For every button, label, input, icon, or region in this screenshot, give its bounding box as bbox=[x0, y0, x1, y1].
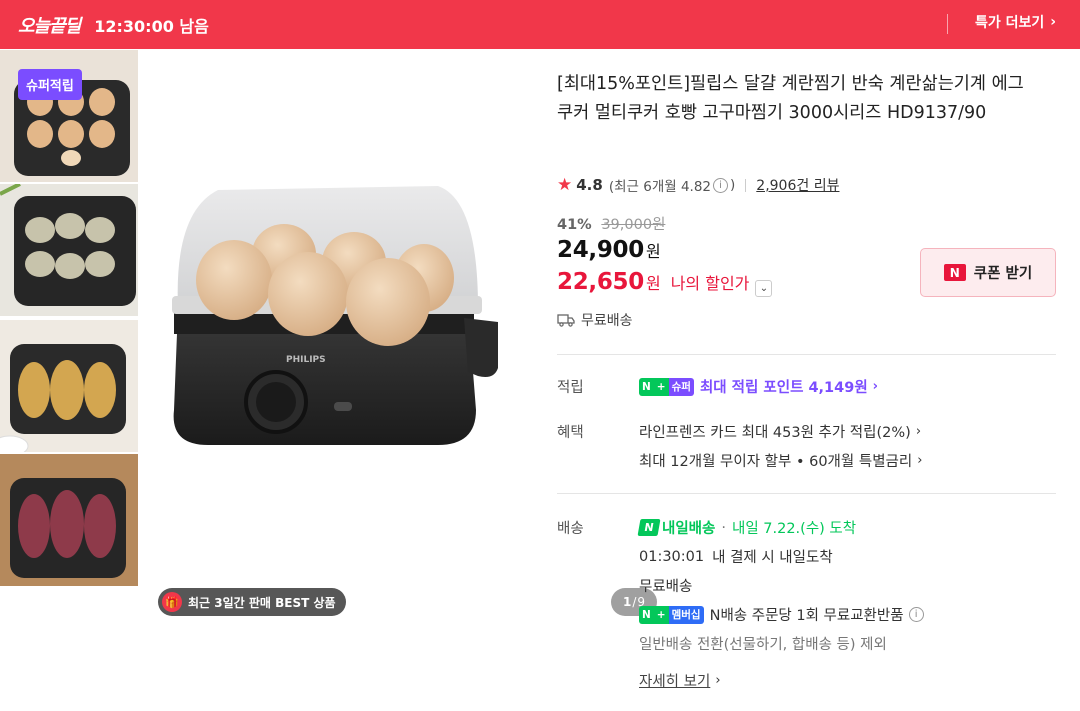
rating-recent: (최근 6개월 4.82 bbox=[608, 179, 712, 195]
my-price-unit: 원 bbox=[645, 274, 661, 293]
chevron-right-icon: › bbox=[915, 424, 922, 439]
original-price: 39,000원 bbox=[601, 217, 666, 233]
thumbnail-sweet-potatoes[interactable] bbox=[0, 454, 138, 586]
chip-membership: 멤버십 bbox=[668, 605, 704, 624]
rating-recent-close: ) bbox=[730, 177, 736, 193]
benefits-label: 혜택 bbox=[557, 425, 584, 441]
membership-chip: N + 멤버십 bbox=[639, 605, 704, 624]
more-deals-label: 특가 더보기 bbox=[974, 15, 1045, 31]
rating-divider bbox=[745, 178, 747, 192]
best-seller-tag: 🎁 최근 3일간 판매 BEST 상품 bbox=[158, 588, 346, 616]
chip-n: N bbox=[639, 605, 654, 624]
deal-banner: 오늘끝딜 12:30:00 남음 특가 더보기 › bbox=[0, 0, 1080, 49]
chip-plus: + bbox=[653, 377, 669, 396]
nextday-n-icon: N bbox=[637, 519, 661, 536]
chevron-down-icon[interactable]: ⌄ bbox=[755, 280, 773, 297]
detail-link-label: 자세히 보기 bbox=[639, 674, 711, 690]
my-price-row: 22,650 원 나의 할인가 ⌄ bbox=[557, 269, 773, 297]
rating-row: ★ 4.8 (최근 6개월 4.82 i ) 2,906건 리뷰 bbox=[557, 175, 839, 195]
discount-row: 41% 39,000원 bbox=[557, 213, 665, 234]
nextday-row: N 내일배송 · 내일 7.22.(수) 도착 bbox=[637, 517, 857, 538]
product-main-image[interactable]: PHILIPS 🎁 최근 3일간 판매 BEST 상품 1 / 9 bbox=[138, 50, 657, 616]
naver-n-icon: N bbox=[943, 264, 966, 281]
chevron-right-icon: › bbox=[1050, 14, 1056, 30]
free-shipping-label: 무료배송 bbox=[581, 313, 633, 329]
chevron-right-icon: › bbox=[917, 453, 923, 468]
star-icon: ★ bbox=[557, 175, 573, 195]
discount-percent: 41% bbox=[557, 217, 592, 233]
image-counter-current: 1 bbox=[622, 595, 632, 609]
installment-text: 최대 12개월 무이자 할부 • 60개월 특별금리 bbox=[639, 454, 913, 470]
egg-cooker-illustration: PHILIPS bbox=[172, 186, 498, 445]
points-link[interactable]: N + 슈퍼 최대 적립 포인트 4,149원 › bbox=[639, 376, 878, 397]
banner-divider bbox=[947, 14, 948, 34]
delivery-label: 배송 bbox=[557, 521, 584, 537]
naver-points-chip: N + 슈퍼 bbox=[639, 377, 694, 396]
delivery-free-label: 무료배송 bbox=[639, 579, 693, 595]
review-count-link[interactable]: 2,906건 리뷰 bbox=[756, 175, 839, 195]
card-benefit-link[interactable]: 라인프렌즈 카드 최대 453원 추가 적립(2%) › bbox=[639, 421, 921, 442]
points-label: 적립 bbox=[557, 380, 584, 396]
my-price-value: 22,650 bbox=[557, 269, 644, 295]
rating-score: 4.8 bbox=[576, 176, 603, 194]
cutoff-row: 01:30:01 내 결제 시 내일도착 bbox=[639, 546, 833, 567]
nextday-badge: N 내일배송 bbox=[637, 517, 716, 538]
arrival-date: 내일 7.22.(수) 도착 bbox=[731, 521, 857, 537]
chip-n: N bbox=[639, 377, 654, 396]
sale-price: 24,900 원 bbox=[557, 237, 661, 263]
more-deals-link[interactable]: 특가 더보기 › bbox=[975, 12, 1056, 32]
my-price-label: 나의 할인가 bbox=[670, 274, 750, 293]
sale-price-value: 24,900 bbox=[557, 237, 644, 263]
installment-link[interactable]: 최대 12개월 무이자 할부 • 60개월 특별금리 › bbox=[639, 450, 922, 471]
deal-logo: 오늘끝딜 bbox=[18, 15, 81, 37]
countdown-timer: 12:30:00 남음 bbox=[94, 16, 209, 36]
coupon-label: 쿠폰 받기 bbox=[973, 266, 1033, 282]
info-icon[interactable]: i bbox=[908, 607, 924, 622]
image-counter-sep: / bbox=[632, 595, 637, 609]
section-divider bbox=[557, 354, 1056, 355]
exchange-text: N배송 주문당 1회 무료교환반품 bbox=[709, 608, 904, 624]
chevron-right-icon: › bbox=[872, 379, 879, 394]
cutoff-time: 01:30:01 bbox=[639, 548, 705, 565]
super-points-badge: 슈퍼적립 bbox=[18, 69, 82, 100]
chip-plus: + bbox=[653, 605, 669, 624]
coupon-button[interactable]: N 쿠폰 받기 bbox=[920, 248, 1056, 297]
sale-price-unit: 원 bbox=[645, 242, 661, 261]
gift-icon: 🎁 bbox=[162, 592, 182, 612]
free-shipping-row: 무료배송 bbox=[557, 310, 633, 330]
nextday-label: 내일배송 bbox=[662, 521, 716, 537]
brand-logo-text: PHILIPS bbox=[286, 355, 326, 365]
exclusion-text: 일반배송 전환(선물하기, 합배송 등) 제외 bbox=[639, 637, 887, 653]
exclusion-row: 일반배송 전환(선물하기, 합배송 등) 제외 bbox=[639, 633, 887, 654]
info-icon[interactable]: i bbox=[713, 177, 729, 193]
chip-super: 슈퍼 bbox=[668, 377, 694, 396]
dot-separator: · bbox=[721, 519, 726, 536]
delivery-free: 무료배송 bbox=[639, 575, 692, 596]
thumbnail-eggs[interactable]: 슈퍼적립 bbox=[0, 50, 138, 182]
cutoff-text: 내 결제 시 내일도착 bbox=[712, 550, 833, 566]
max-points-text: 최대 적립 포인트 4,149원 bbox=[699, 380, 868, 396]
card-benefit-text: 라인프렌즈 카드 최대 453원 추가 적립(2%) bbox=[639, 425, 911, 441]
chevron-right-icon: › bbox=[715, 673, 721, 688]
delivery-detail-link[interactable]: 자세히 보기 › bbox=[639, 670, 721, 691]
thumbnail-dumplings[interactable] bbox=[0, 184, 138, 316]
thumbnail-list: 슈퍼적립 bbox=[0, 50, 138, 587]
product-title: [최대15%포인트]필립스 달걀 계란찜기 반숙 계란삶는기계 에그쿠커 멀티쿠… bbox=[557, 74, 1024, 123]
truck-icon bbox=[557, 314, 575, 327]
best-seller-label: 최근 3일간 판매 BEST 상품 bbox=[188, 595, 336, 610]
thumbnail-potatoes[interactable] bbox=[0, 320, 138, 452]
exchange-row: N + 멤버십 N배송 주문당 1회 무료교환반품 i bbox=[639, 604, 924, 625]
section-divider bbox=[557, 493, 1056, 494]
